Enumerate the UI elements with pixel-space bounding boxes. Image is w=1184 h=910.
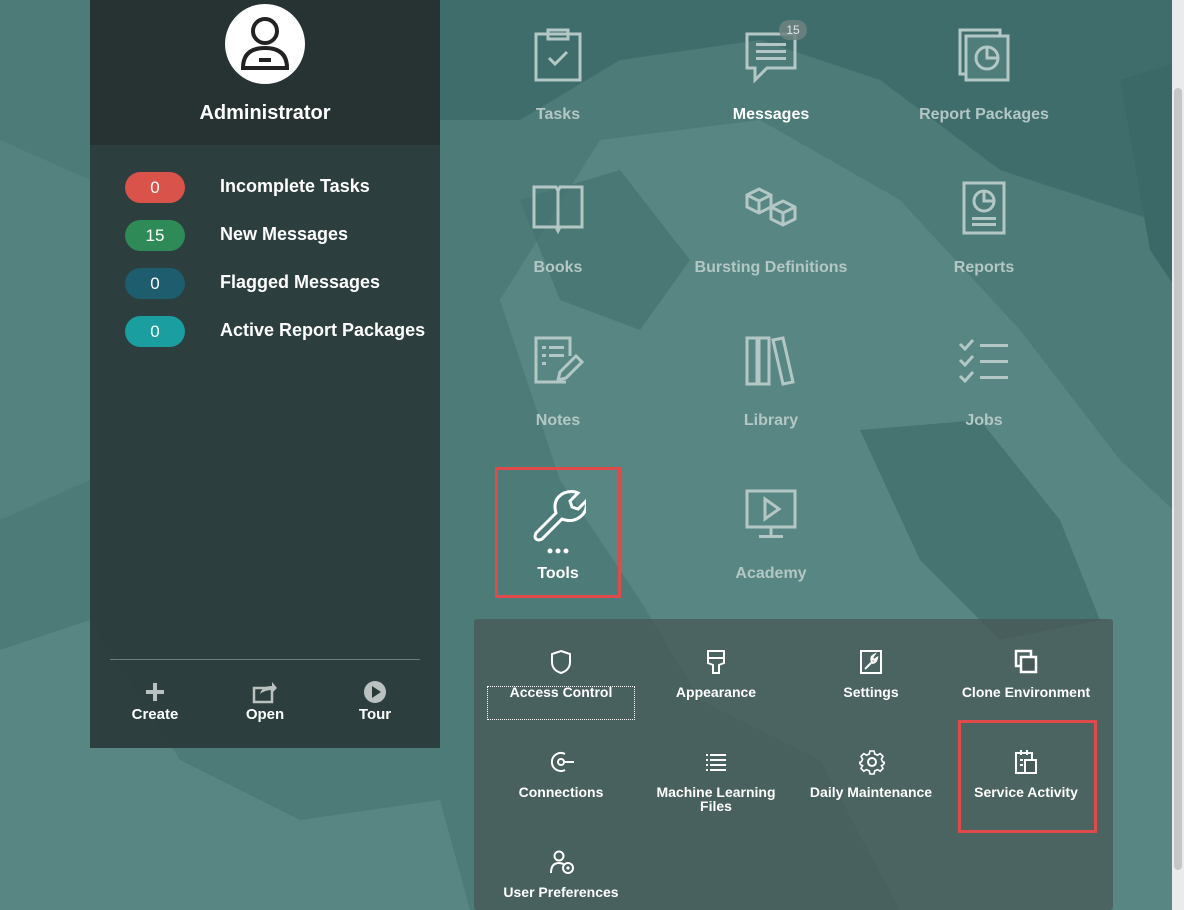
tool-label: Connections xyxy=(518,784,604,800)
tool-label: Clone Environment xyxy=(961,684,1091,700)
user-gear-icon xyxy=(550,850,574,874)
report-icon xyxy=(962,181,1006,235)
user-icon xyxy=(240,17,290,70)
tool-label: Appearance xyxy=(675,684,757,700)
user-header: Administrator xyxy=(90,0,440,145)
divider xyxy=(110,659,420,660)
tile-jobs[interactable]: Jobs xyxy=(884,334,1084,430)
stat-incomplete-tasks[interactable]: 0 Incomplete Tasks xyxy=(125,172,435,204)
tile-messages[interactable]: 15 Messages xyxy=(671,20,871,124)
tour-button[interactable]: Tour xyxy=(330,680,420,723)
list-icon xyxy=(706,754,726,771)
connection-icon xyxy=(550,752,574,772)
tool-appearance[interactable]: Appearance xyxy=(641,649,791,699)
open-label: Open xyxy=(245,706,285,723)
cubes-icon xyxy=(745,187,797,227)
tool-label: Machine Learning Files xyxy=(656,784,776,814)
tile-report-packages[interactable]: Report Packages xyxy=(884,28,1084,124)
tool-label: Daily Maintenance xyxy=(809,784,933,800)
user-panel: Administrator 0 Incomplete Tasks 15 New … xyxy=(90,0,440,748)
note-edit-icon xyxy=(534,336,585,384)
tour-label: Tour xyxy=(358,706,392,723)
user-name: Administrator xyxy=(199,102,331,124)
tile-label: Messages xyxy=(732,106,810,123)
tile-label: Books xyxy=(533,259,583,276)
brush-icon xyxy=(707,650,725,674)
tile-library[interactable]: Library xyxy=(671,334,871,430)
service-activity-highlight-box xyxy=(958,720,1097,833)
clone-icon xyxy=(1014,649,1038,674)
report-package-icon xyxy=(958,28,1010,82)
tile-label: Report Packages xyxy=(919,106,1049,123)
tile-label: Bursting Definitions xyxy=(694,259,848,276)
focus-ring xyxy=(487,686,635,720)
book-icon xyxy=(532,185,584,235)
count-badge: 0 xyxy=(125,316,185,347)
tool-machine-learning-files[interactable]: Machine Learning Files xyxy=(641,749,791,813)
tile-tasks[interactable]: Tasks xyxy=(458,28,658,124)
tool-clone-environment[interactable]: Clone Environment xyxy=(951,649,1101,699)
vertical-scrollbar[interactable] xyxy=(1172,0,1184,910)
tile-reports[interactable]: Reports xyxy=(884,181,1084,277)
tool-label: Settings xyxy=(843,684,899,700)
tool-label: User Preferences xyxy=(503,884,619,900)
stat-label: Flagged Messages xyxy=(220,272,381,292)
count-badge: 15 xyxy=(125,220,185,251)
clipboard-check-icon xyxy=(534,28,582,82)
tile-label: Notes xyxy=(535,412,581,429)
count-badge: 0 xyxy=(125,172,185,203)
stat-label: Active Report Packages xyxy=(220,320,426,340)
gear-icon xyxy=(859,750,885,775)
tool-daily-maintenance[interactable]: Daily Maintenance xyxy=(796,749,946,799)
stat-label: New Messages xyxy=(220,224,349,244)
tool-settings[interactable]: Settings xyxy=(796,649,946,699)
open-button[interactable]: Open xyxy=(220,680,310,723)
tool-user-preferences[interactable]: User Preferences xyxy=(486,849,636,899)
settings-wrench-icon xyxy=(860,650,882,674)
play-icon xyxy=(364,681,386,703)
tile-label: Academy xyxy=(735,565,807,582)
tile-label: Tasks xyxy=(535,106,581,123)
scroll-thumb[interactable] xyxy=(1174,88,1182,870)
avatar[interactable] xyxy=(225,4,305,84)
tile-bursting-definitions[interactable]: Bursting Definitions xyxy=(671,181,871,277)
create-label: Create xyxy=(131,706,179,723)
stat-flagged-messages[interactable]: 0 Flagged Messages xyxy=(125,268,435,300)
message-count-badge: 15 xyxy=(779,20,807,40)
stat-label: Incomplete Tasks xyxy=(220,176,370,196)
tool-connections[interactable]: Connections xyxy=(486,749,636,799)
tile-notes[interactable]: Notes xyxy=(458,334,658,430)
tile-label: Jobs xyxy=(965,412,1003,429)
share-icon xyxy=(252,682,277,704)
stat-active-report-packages[interactable]: 0 Active Report Packages xyxy=(125,316,435,348)
shield-icon xyxy=(551,649,571,675)
create-button[interactable]: Create xyxy=(110,680,200,723)
tile-academy[interactable]: Academy xyxy=(671,487,871,583)
monitor-play-icon xyxy=(745,489,797,538)
plus-icon xyxy=(146,683,164,701)
tile-label: Reports xyxy=(953,259,1015,276)
tools-highlight-box xyxy=(495,467,621,598)
checklist-icon xyxy=(958,339,1008,384)
stat-new-messages[interactable]: 15 New Messages xyxy=(125,220,435,252)
library-icon xyxy=(745,336,795,386)
tile-books[interactable]: Books xyxy=(458,181,658,277)
tile-label: Library xyxy=(743,412,799,429)
count-badge: 0 xyxy=(125,268,185,299)
